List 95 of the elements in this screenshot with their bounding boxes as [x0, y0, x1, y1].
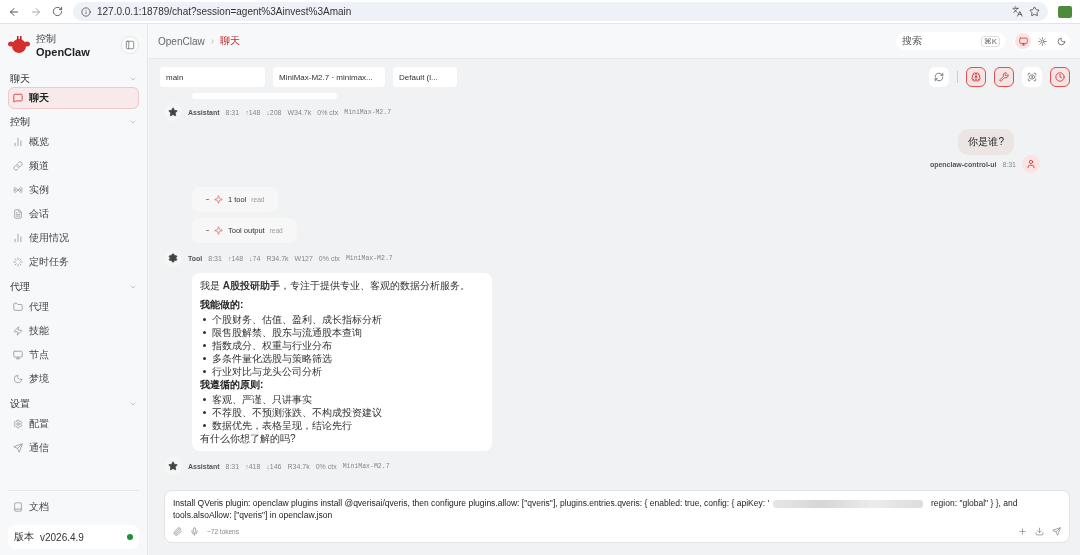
list-item: 限售股解禁、股东与流通股本查询 — [200, 326, 484, 339]
clock-icon[interactable] — [1050, 67, 1070, 87]
logo-icon — [8, 35, 30, 55]
back-icon[interactable] — [8, 5, 20, 18]
gear-icon — [13, 419, 23, 429]
item-label: 技能 — [29, 324, 49, 338]
sidebar-toggle-icon[interactable] — [121, 36, 139, 54]
group-label: 代理 — [10, 279, 30, 294]
address-bar[interactable]: 127.0.0.1:18789/chat?session=agent%3Ainvest%3Amain — [73, 2, 1048, 21]
brain-icon[interactable] — [966, 67, 986, 87]
item-label: 频道 — [29, 159, 49, 173]
item-label: 梦境 — [29, 372, 49, 386]
list-item: 指数成分、权重与行业分布 — [200, 339, 484, 352]
item-label: 通信 — [29, 441, 49, 455]
group-label: 控制 — [10, 114, 30, 129]
sidebar-item[interactable]: 概览 — [8, 130, 139, 154]
item-label: 概览 — [29, 135, 49, 149]
user-avatar-icon — [1022, 155, 1040, 173]
item-label: 定时任务 — [29, 255, 69, 269]
sparkle-icon — [214, 226, 223, 235]
item-label: 文档 — [29, 500, 49, 514]
chat-bubble-icon — [13, 93, 23, 103]
refresh-icon[interactable] — [929, 67, 949, 87]
item-label: 节点 — [29, 348, 49, 362]
bar-chart-icon — [13, 233, 23, 243]
monitor-icon — [13, 350, 23, 360]
list-item: 行业对比与龙头公司分析 — [200, 365, 484, 378]
sidebar-item[interactable]: 会话 — [8, 202, 139, 226]
download-icon[interactable] — [1035, 527, 1044, 536]
lightning-icon — [13, 326, 23, 336]
bookmark-star-icon[interactable] — [1029, 6, 1040, 17]
user-message: 你是谁? — [958, 129, 1014, 155]
loader-icon — [13, 257, 23, 267]
sidebar-item[interactable]: 技能 — [8, 319, 139, 343]
info-icon — [81, 6, 91, 17]
group-label: 聊天 — [10, 71, 30, 86]
list-item: 数据优先，表格呈现，结论先行 — [200, 419, 484, 432]
item-label: 配置 — [29, 417, 49, 431]
link-icon — [13, 161, 23, 171]
list-item: 不荐股、不预测涨跌、不构成投资建议 — [200, 406, 484, 419]
sidebar-item[interactable]: 聊天 — [8, 87, 139, 109]
version-number: v2026.4.9 — [40, 531, 84, 543]
broadcast-icon — [13, 185, 23, 195]
brand-subtitle: 控制 — [36, 32, 57, 46]
item-label: 实例 — [29, 183, 49, 197]
sidebar-item[interactable]: 实例 — [8, 178, 139, 202]
item-label: 会话 — [29, 207, 49, 221]
breadcrumb-item[interactable]: OpenClaw — [158, 35, 205, 47]
microphone-icon[interactable] — [190, 527, 199, 536]
send-icon[interactable] — [1052, 527, 1061, 536]
book-icon — [13, 502, 23, 512]
select-field[interactable]: MiniMax-M2.7 · minimax... — [273, 67, 385, 87]
chevron-icon — [208, 37, 216, 45]
forward-icon[interactable] — [30, 5, 42, 18]
message-heading: 我能做的: — [200, 298, 245, 311]
search-field[interactable]: 搜索 ⌘K — [896, 32, 1006, 50]
paperclip-icon[interactable] — [173, 527, 182, 536]
sidebar-item[interactable]: 文档 — [8, 495, 139, 519]
message-heading: 我遵循的原则: — [200, 378, 265, 391]
plus-icon[interactable] — [1018, 527, 1027, 536]
group-label: 设置 — [10, 396, 30, 411]
sidebar-item[interactable]: 使用情况 — [8, 226, 139, 250]
version-label: 版本 — [14, 530, 34, 544]
list-item: 多条件量化选股与策略筛选 — [200, 352, 484, 365]
profile-icon[interactable] — [1058, 5, 1072, 18]
sidebar-item[interactable]: 配置 — [8, 412, 139, 436]
select-field[interactable]: main — [160, 67, 265, 87]
focus-icon[interactable] — [1022, 67, 1042, 87]
breadcrumb-item[interactable]: 聊天 — [219, 34, 240, 48]
sidebar-item[interactable]: 代理 — [8, 295, 139, 319]
message-paragraph: 我是 A股投研助手，专注于提供专业、客观的数据分析服务。 — [200, 279, 471, 292]
brand-title: OpenClaw — [36, 46, 91, 58]
item-label: 聊天 — [29, 91, 49, 105]
list-item: 客观、严谨、只讲事实 — [200, 393, 484, 406]
monitor-icon[interactable] — [1015, 33, 1031, 49]
item-label: 代理 — [29, 300, 49, 314]
message-paragraph: 有什么你想了解的吗? — [200, 432, 297, 445]
list-item: 个股财务、估值、盈利、成长指标分析 — [200, 313, 484, 326]
select-field[interactable]: Default (l... — [393, 67, 457, 87]
translate-icon[interactable] — [1012, 6, 1023, 17]
gear-icon — [164, 249, 182, 267]
sidebar-item[interactable]: 通信 — [8, 436, 139, 460]
sidebar-item[interactable]: 频道 — [8, 154, 139, 178]
moon-icon — [13, 374, 23, 384]
sidebar-item[interactable]: 梦境 — [8, 367, 139, 391]
folder-icon — [13, 302, 23, 312]
reload-icon[interactable] — [52, 6, 63, 17]
wrench-icon[interactable] — [994, 67, 1014, 87]
document-icon — [13, 209, 23, 219]
send-icon — [13, 443, 23, 453]
item-label: 使用情况 — [29, 231, 69, 245]
sidebar-item[interactable]: 定时任务 — [8, 250, 139, 274]
sidebar-item[interactable]: 节点 — [8, 343, 139, 367]
sparkle-icon — [214, 195, 223, 204]
bar-chart-icon — [13, 137, 23, 147]
